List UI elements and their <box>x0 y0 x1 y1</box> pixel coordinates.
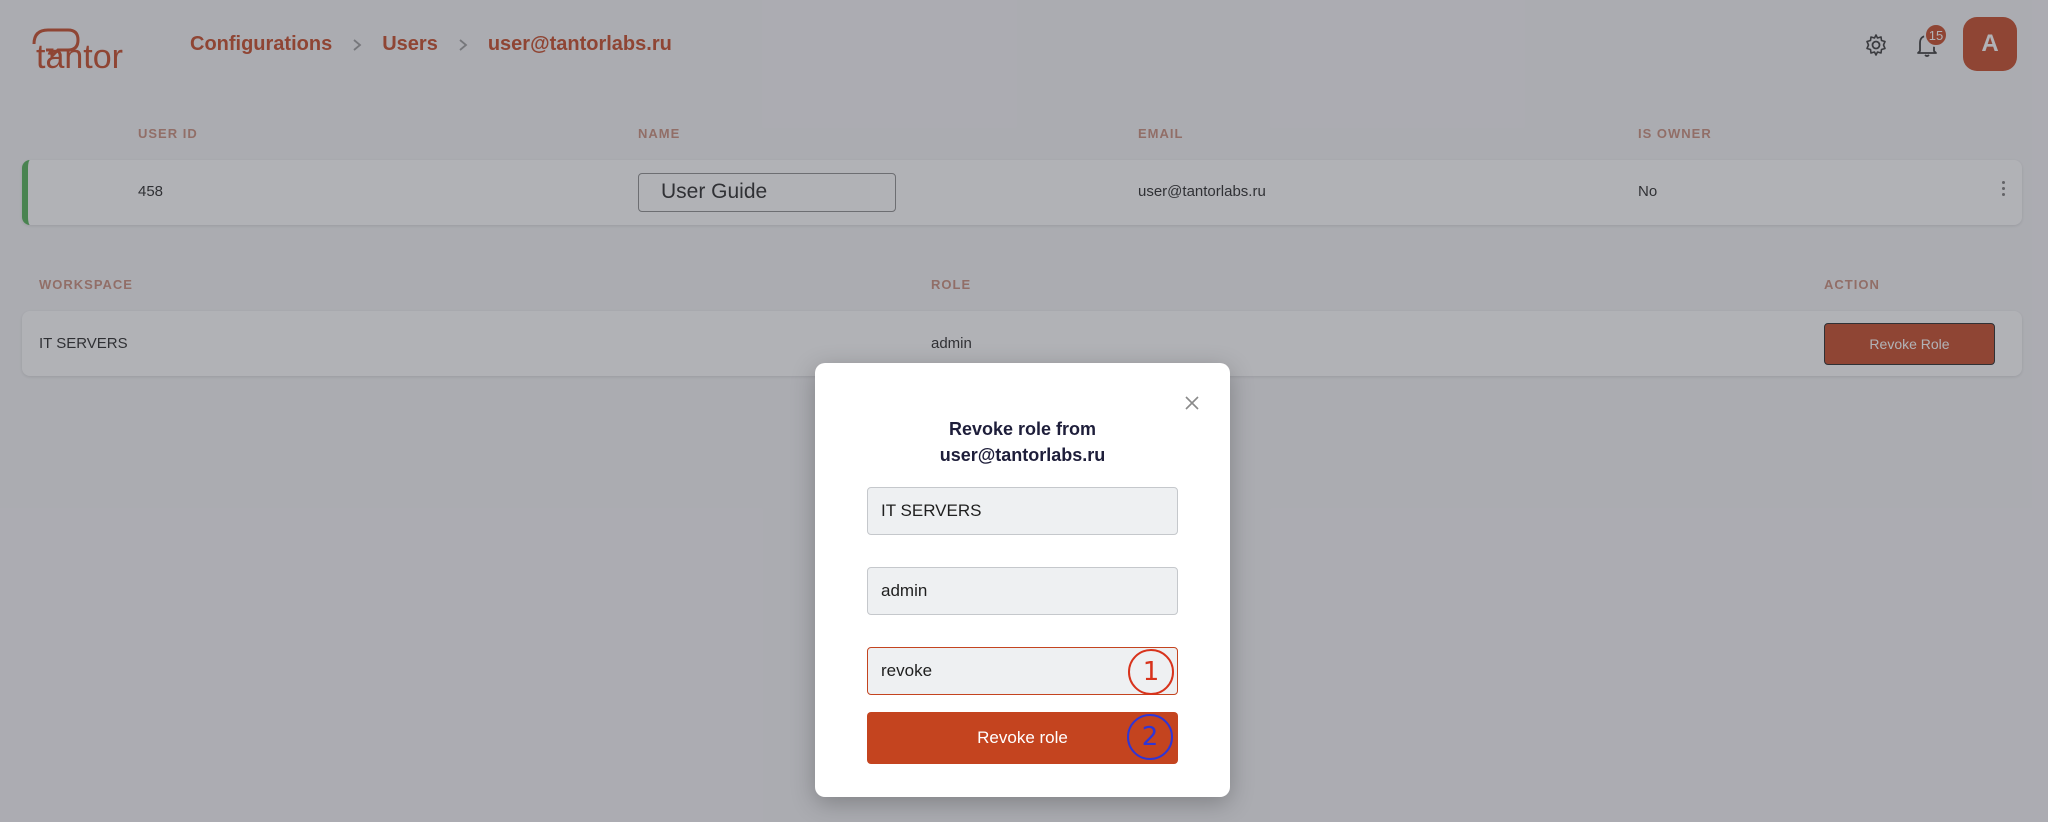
close-icon[interactable] <box>1184 395 1200 411</box>
step-marker-1: 1 <box>1128 649 1174 695</box>
modal-title-line2: user@tantorlabs.ru <box>939 445 1106 465</box>
step-marker-2: 2 <box>1127 714 1173 760</box>
modal-title: Revoke role from user@tantorlabs.ru <box>815 416 1230 468</box>
role-field[interactable]: admin <box>867 567 1178 615</box>
modal-title-line1: Revoke role from <box>948 419 1097 439</box>
workspace-field[interactable]: IT SERVERS <box>867 487 1178 535</box>
